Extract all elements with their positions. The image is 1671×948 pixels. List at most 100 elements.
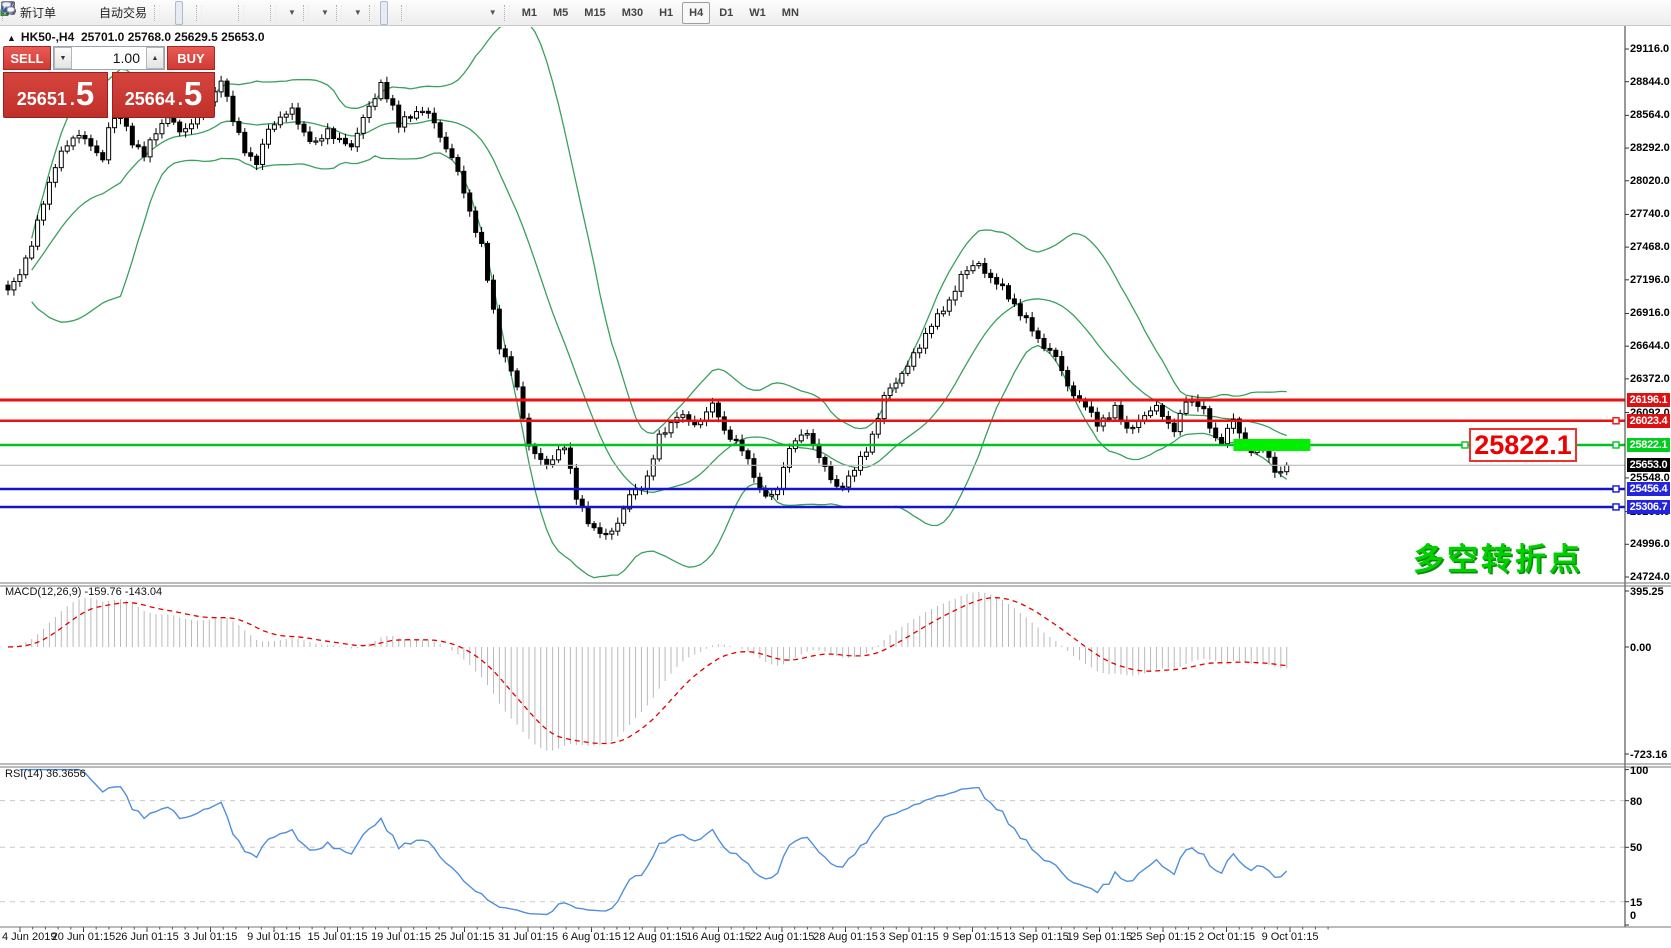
- macd-label: MACD(12,26,9) -159.76 -143.04: [5, 586, 162, 598]
- chevron-down-icon: ▼: [489, 8, 497, 17]
- auto-scroll-button[interactable]: [249, 1, 257, 25]
- tile-windows-button[interactable]: [227, 1, 235, 25]
- price-level-chip-26023.4: 26023.4: [1627, 414, 1670, 428]
- time-tick-label: 3 Jul 01:15: [184, 931, 238, 943]
- time-tick-label: 3 Sep 01:15: [879, 931, 938, 943]
- timeframe-m30[interactable]: M30: [615, 2, 650, 24]
- price-tick-label: 26372.0: [1630, 372, 1670, 386]
- trendline-button[interactable]: [432, 1, 440, 25]
- volume-increase-button[interactable]: ▲: [146, 47, 164, 69]
- horizontal-line-button[interactable]: [422, 1, 430, 25]
- toolbar-grip: [336, 5, 342, 21]
- price-callout-box[interactable]: 25822.1: [1469, 428, 1577, 462]
- time-tick-label: 9 Jul 01:15: [247, 931, 301, 943]
- search-button[interactable]: [1642, 1, 1650, 25]
- toolbar-grip: [154, 5, 160, 21]
- rsi-label: RSI(14) 36.3656: [5, 768, 86, 780]
- time-tick-label: 9 Sep 01:15: [943, 931, 1002, 943]
- timeframe-h4[interactable]: H4: [682, 2, 710, 24]
- time-tick-label: 9 Oct 01:15: [1262, 931, 1319, 943]
- timeframe-w1[interactable]: W1: [742, 2, 773, 24]
- timeframe-h1[interactable]: H1: [652, 2, 680, 24]
- time-tick-label: 22 Aug 01:15: [750, 931, 815, 943]
- price-tick-label: 27196.0: [1630, 273, 1670, 287]
- history-center-button[interactable]: [62, 1, 70, 25]
- macd-signal-value: -143.04: [125, 586, 162, 598]
- rsi-tick-label: 50: [1630, 841, 1642, 855]
- signals-button[interactable]: [82, 1, 90, 25]
- price-tick-label: 29116.0: [1630, 42, 1669, 56]
- bid-price-display[interactable]: 25651.5: [3, 72, 108, 118]
- chart-canvas[interactable]: [0, 0, 1671, 948]
- sell-button[interactable]: SELL: [3, 46, 51, 70]
- hline-anchor-25306.7[interactable]: [1613, 504, 1619, 510]
- hline-anchor-25822.1[interactable]: [1613, 442, 1619, 448]
- toolbar-group: 新订单 自动交易: [12, 0, 152, 26]
- arrows-button[interactable]: ▼: [482, 1, 501, 25]
- bar-chart-button[interactable]: [165, 1, 173, 25]
- templates-button[interactable]: ▼: [347, 1, 366, 25]
- fibonacci-button[interactable]: F: [452, 1, 460, 25]
- time-tick-label: 28 Aug 01:15: [813, 931, 878, 943]
- buy-button[interactable]: BUY: [167, 46, 215, 70]
- timeframe-m5[interactable]: M5: [546, 2, 575, 24]
- timeframe-d1[interactable]: D1: [712, 2, 740, 24]
- autotrading-button[interactable]: 自动交易: [92, 1, 151, 25]
- price-tick-label: 24996.0: [1630, 537, 1670, 551]
- highlight-zone[interactable]: [1233, 439, 1310, 451]
- chat-button[interactable]: [1652, 1, 1660, 25]
- timeframe-mn[interactable]: MN: [775, 2, 806, 24]
- vertical-line-button[interactable]: [412, 1, 420, 25]
- chart-window-button[interactable]: [72, 1, 80, 25]
- toolbar-grip: [401, 5, 407, 21]
- ohlc-low: 25629.5: [174, 30, 217, 44]
- price-tick-label: 26916.0: [1630, 306, 1670, 320]
- collapse-panel-icon[interactable]: ▲: [7, 33, 16, 43]
- rsi-value: 36.3656: [46, 768, 86, 780]
- hline-anchor-25456.4[interactable]: [1613, 486, 1619, 492]
- text-button[interactable]: A: [462, 1, 470, 25]
- time-tick-label: 20 Jun 01:15: [52, 931, 116, 943]
- ask-price-display[interactable]: 25664.5: [112, 72, 215, 118]
- price-tick-label: 26644.0: [1630, 339, 1670, 353]
- callout-anchor-square[interactable]: [1462, 442, 1468, 448]
- new-order-button[interactable]: 新订单: [13, 1, 60, 25]
- crosshair-button[interactable]: [390, 1, 398, 25]
- indicators-button[interactable]: ▼: [281, 1, 300, 25]
- toolbar-group: ▼: [313, 0, 334, 26]
- label-button[interactable]: T: [472, 1, 480, 25]
- price-tick-label: 24724.0: [1630, 570, 1670, 584]
- candlestick-button[interactable]: [175, 1, 183, 25]
- zoom-out-button[interactable]: [217, 1, 225, 25]
- time-tick-label: 26 Jun 01:15: [115, 931, 179, 943]
- channel-button[interactable]: E: [442, 1, 450, 25]
- toolbar-group: ▼: [346, 0, 367, 26]
- price-level-chip-25653.0: 25653.0: [1627, 458, 1670, 472]
- volume-input[interactable]: [72, 47, 146, 69]
- chat-icon: [0, 0, 16, 16]
- rsi-tick-label: 100: [1630, 764, 1648, 778]
- line-chart-button[interactable]: [185, 1, 193, 25]
- time-tick-label: 6 Aug 01:15: [562, 931, 621, 943]
- volume-decrease-button[interactable]: ▼: [54, 47, 72, 69]
- toolbar-group: [164, 0, 194, 26]
- macd-tick-label: 0.00: [1630, 641, 1651, 655]
- symbol-period-label: HK50-,H4: [21, 30, 74, 44]
- new-order-button-label: 新订单: [20, 4, 56, 21]
- price-level-chip-25306.7: 25306.7: [1627, 500, 1670, 514]
- macd-tick-label: -723.16: [1630, 748, 1667, 762]
- zoom-in-button[interactable]: [207, 1, 215, 25]
- price-tick-label: 27740.0: [1630, 207, 1670, 221]
- hline-anchor-26023.4[interactable]: [1613, 418, 1619, 424]
- periods-button[interactable]: ▼: [314, 1, 333, 25]
- cursor-button[interactable]: [380, 1, 388, 25]
- toolbar-grip: [303, 5, 309, 21]
- ohlc-close: 25653.0: [221, 30, 264, 44]
- bid-big-digit: 5: [76, 81, 94, 107]
- time-tick-label: 25 Jul 01:15: [435, 931, 495, 943]
- chart-shift-button[interactable]: [259, 1, 267, 25]
- timeframe-m15[interactable]: M15: [577, 2, 612, 24]
- annotation-text: 多空转折点: [1413, 534, 1583, 579]
- toolbar-grip: [270, 5, 276, 21]
- timeframe-m1[interactable]: M1: [515, 2, 544, 24]
